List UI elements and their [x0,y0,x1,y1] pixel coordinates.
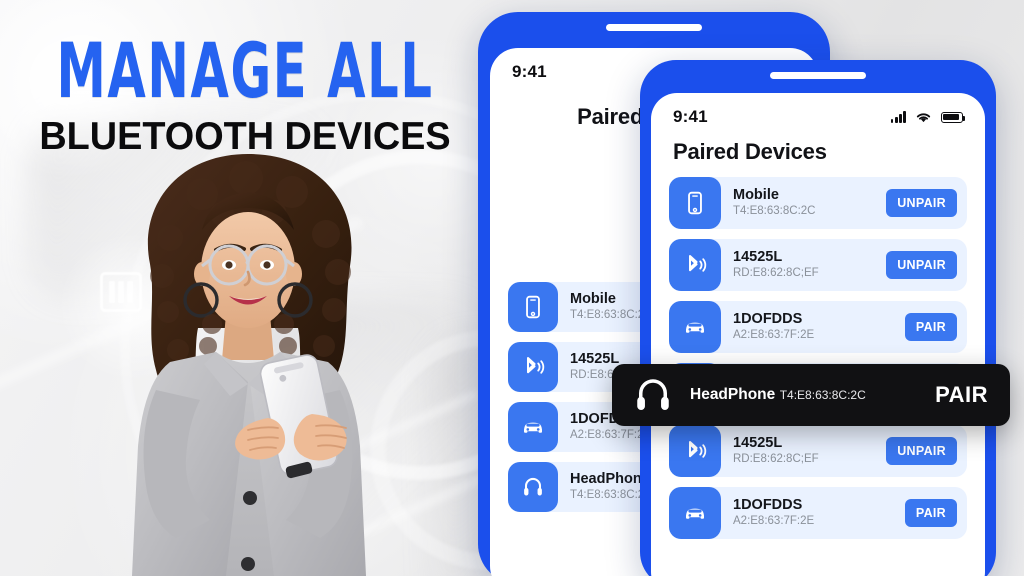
hero-photo-woman [132,154,366,576]
headline: MANAGE ALL BLUETOOTH DEVICES [0,26,490,156]
device-meta: 1DOFDDS A2:E8:63:7F:2E [733,311,893,342]
banner-meta: HeadPhone T4:E8:63:8C:2C [690,386,919,405]
unpair-button[interactable]: UNPAIR [886,251,957,279]
phone-speaker-bar [770,72,866,79]
device-name: 1DOFDDS [733,311,803,328]
wifi-icon [916,112,931,122]
headphone-icon [508,462,558,512]
device-mac-address: T4:E8:63:8C:2C [733,205,816,218]
pair-button[interactable]: PAIR [904,313,957,341]
device-row[interactable]: 1DOFDDS A2:E8:63:7F:2E PAIR [669,301,967,353]
banner-device-name: HeadPhone [690,385,776,403]
status-bar: 9:41 [651,93,985,129]
banner-pair-button[interactable]: PAIR [935,382,988,408]
device-list-front: Mobile T4:E8:63:8C:2C UNPAIR 14525L RD:E8:62… [651,167,985,539]
device-mac-address: A2:E8:63:7F:2E [733,329,815,342]
banner-device-mac: T4:E8:63:8C:2C [779,387,866,402]
device-meta: 14525LRD:E8:62:8C;EF [733,249,874,280]
status-time: 9:41 [673,107,708,126]
phone-front-screen: 9:41 Paired Devices Mobile T4:E8:63:8C:2C… [651,93,985,576]
device-name: Mobile [733,187,779,204]
device-meta: 14525LRD:E8:62:8C;EF [733,435,874,466]
device-mac-address: RD:E8:62:8C;EF [733,267,819,280]
bluetooth-icon [669,425,721,477]
unpair-button[interactable]: UNPAIR [886,189,957,217]
signal-bars-icon [890,111,906,123]
device-meta: MobileT4:E8:63:8C:2C [733,187,874,218]
phone-speaker-bar [606,24,702,31]
device-row[interactable]: 14525L RD:E8:62:8C;EF UNPAIR [669,239,967,291]
car-icon [508,402,558,452]
car-icon [669,487,721,539]
page-title: Paired Devices [673,139,827,164]
headline-line-1: MANAGE ALL [56,26,434,116]
device-name: 14525L [733,249,783,266]
device-mac-address: RD:E8:62:8C;EF [733,453,819,466]
device-row[interactable]: MobileT4:E8:63:8C:2C UNPAIR [669,177,967,229]
device-row[interactable]: 14525L RD:E8:62:8C;EF UNPAIR [669,425,967,477]
headphone-pair-banner[interactable]: HeadPhone T4:E8:63:8C:2C PAIR [612,364,1010,426]
unpair-button[interactable]: UNPAIR [886,437,957,465]
headphone-icon [637,379,669,411]
bluetooth-icon [508,342,558,392]
bluetooth-icon [669,239,721,291]
device-name: 14525L [733,435,783,452]
device-meta: 1DOFDDS A2:E8:63:7F:2E [733,497,893,528]
phone-front: 9:41 Paired Devices Mobile T4:E8:63:8C:2C… [640,60,996,576]
status-icons [890,111,966,124]
mobile-icon [508,282,558,332]
mobile-icon [669,177,721,229]
device-mac-address: A2:E8:63:7F:2E [733,515,815,528]
status-time: 9:41 [512,62,547,81]
car-icon [669,301,721,353]
device-name: 1DOFDDS [733,497,803,514]
device-row[interactable]: 1DOFDDS A2:E8:63:7F:2E PAIR [669,487,967,539]
battery-icon [941,111,966,123]
pair-button[interactable]: PAIR [904,499,957,527]
